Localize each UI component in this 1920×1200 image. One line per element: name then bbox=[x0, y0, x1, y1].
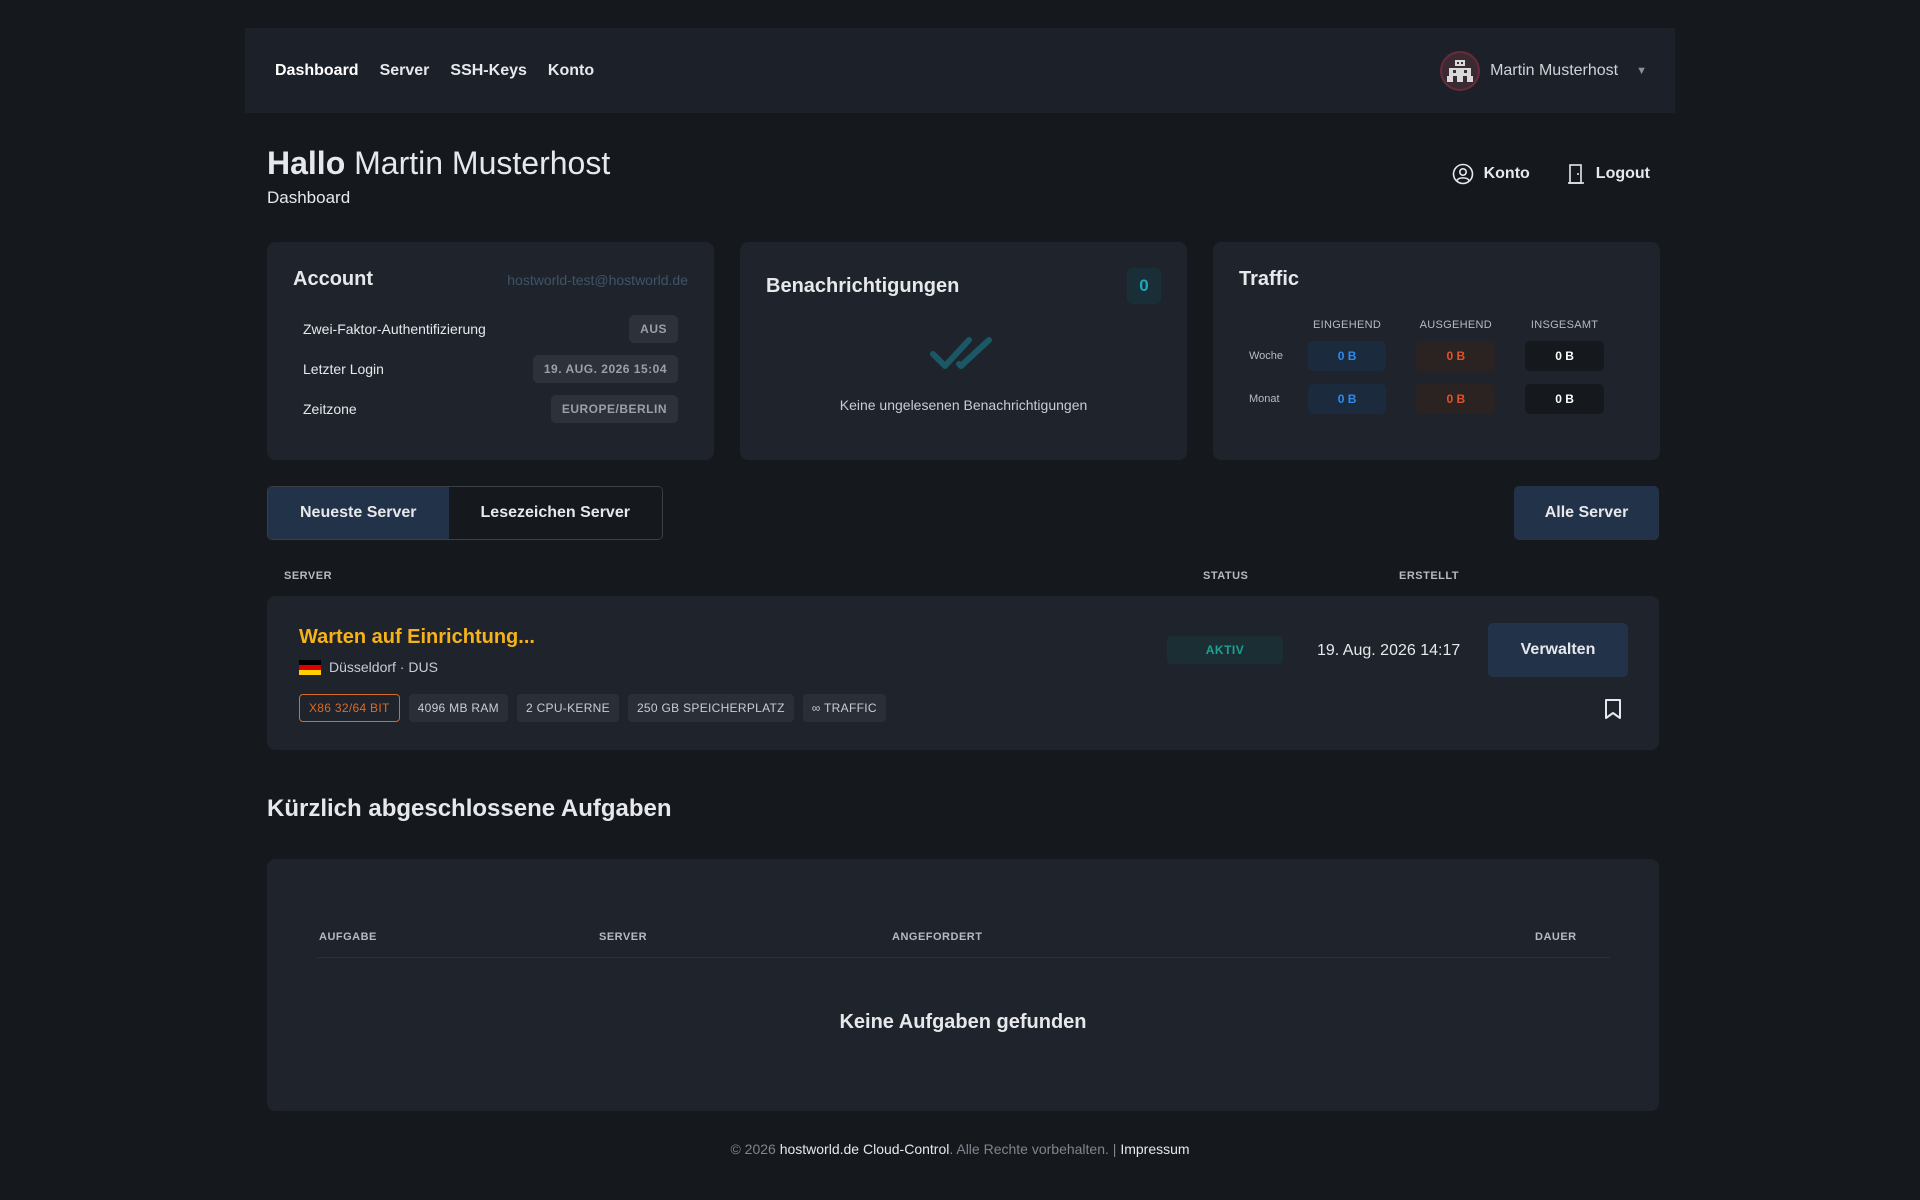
spec-badge-cpu: 2 CPU-KERNE bbox=[516, 694, 619, 722]
tab-bookmarked-servers[interactable]: Lesezeichen Server bbox=[448, 487, 662, 539]
last-login-badge: 19. AUG. 2026 15:04 bbox=[532, 355, 678, 383]
column-header-requested: ANGEFORDERT bbox=[892, 931, 983, 943]
spec-badge-arch: X86 32/64 BIT bbox=[299, 694, 400, 722]
divider bbox=[317, 957, 1610, 958]
user-circle-icon bbox=[1452, 163, 1473, 185]
column-header-task-server: SERVER bbox=[599, 931, 648, 943]
account-row-label: Zwei-Faktor-Authentifizierung bbox=[303, 321, 486, 337]
page-title: Hallo Martin Musterhost bbox=[267, 145, 610, 182]
account-card: Account hostworld-test@hostworld.de Zwei… bbox=[267, 242, 714, 460]
server-location: Düsseldorf · DUS bbox=[299, 659, 438, 675]
account-card-header: Account hostworld-test@hostworld.de bbox=[293, 268, 688, 291]
notification-count-badge[interactable]: 0 bbox=[1127, 268, 1161, 304]
account-email: hostworld-test@hostworld.de bbox=[507, 271, 688, 288]
traffic-total-value: 0 B bbox=[1525, 384, 1604, 414]
server-specs: X86 32/64 BIT 4096 MB RAM 2 CPU-KERNE 25… bbox=[299, 694, 886, 722]
user-menu[interactable]: Martin Musterhost ▼ bbox=[1440, 50, 1647, 91]
nav-link-ssh-keys[interactable]: SSH-Keys bbox=[450, 62, 526, 80]
traffic-header-total: INSGESAMT bbox=[1530, 319, 1599, 331]
traffic-header-out: AUSGEHEND bbox=[1419, 319, 1492, 331]
tasks-empty-text: Keine Aufgaben gefunden bbox=[839, 1011, 1087, 1033]
spec-badge-storage: 250 GB SPEICHERPLATZ bbox=[627, 694, 794, 722]
timezone-badge: EUROPE/BERLIN bbox=[550, 395, 678, 423]
column-header-created: ERSTELLT bbox=[1399, 570, 1460, 582]
all-servers-button[interactable]: Alle Server bbox=[1514, 486, 1659, 540]
nav-link-server[interactable]: Server bbox=[380, 62, 430, 80]
konto-button[interactable]: Konto bbox=[1452, 163, 1530, 185]
server-created-date: 19. Aug. 2026 14:17 bbox=[1317, 642, 1461, 659]
traffic-row-week: Woche 0 B 0 B 0 B bbox=[1249, 341, 1634, 371]
account-row-last-login: Letzter Login 19. AUG. 2026 15:04 bbox=[303, 349, 678, 389]
account-row-label: Zeitzone bbox=[303, 401, 357, 417]
logout-button[interactable]: Logout bbox=[1566, 163, 1650, 185]
account-row-2fa: Zwei-Faktor-Authentifizierung AUS bbox=[303, 309, 678, 349]
table-row: Warten auf Einrichtung... Düsseldorf · D… bbox=[267, 596, 1659, 750]
footer: © 2026 hostworld.de Cloud-Control. Alle … bbox=[0, 1141, 1920, 1157]
konto-label: Konto bbox=[1483, 165, 1530, 182]
account-row-timezone: Zeitzone EUROPE/BERLIN bbox=[303, 389, 678, 429]
double-check-icon bbox=[929, 337, 992, 369]
germany-flag-icon bbox=[299, 659, 321, 675]
column-header-server: SERVER bbox=[284, 570, 333, 582]
column-header-task: AUFGABE bbox=[319, 931, 377, 943]
door-icon bbox=[1567, 164, 1584, 184]
top-actions: Konto Logout bbox=[1452, 163, 1650, 185]
tab-newest-servers[interactable]: Neueste Server bbox=[268, 487, 449, 539]
chevron-down-icon: ▼ bbox=[1636, 64, 1647, 77]
notifications-empty: Keine ungelesenen Benachrichtigungen bbox=[766, 334, 1161, 413]
logout-label: Logout bbox=[1595, 165, 1650, 182]
traffic-total-value: 0 B bbox=[1525, 341, 1604, 371]
traffic-in-value: 0 B bbox=[1307, 384, 1387, 414]
column-header-status: STATUS bbox=[1203, 570, 1249, 582]
footer-rights: . Alle Rechte vorbehalten. | bbox=[949, 1141, 1117, 1157]
notifications-empty-text: Keine ungelesenen Benachrichtigungen bbox=[839, 397, 1088, 413]
page-subtitle: Dashboard bbox=[267, 188, 351, 207]
traffic-in-value: 0 B bbox=[1307, 341, 1387, 371]
nav-link-konto[interactable]: Konto bbox=[548, 62, 594, 80]
traffic-title: Traffic bbox=[1239, 268, 1300, 290]
traffic-card-header: Traffic bbox=[1239, 268, 1634, 291]
notifications-card: Benachrichtigungen 0 Keine ungelesenen B… bbox=[740, 242, 1187, 460]
greeting: Hallo Martin Musterhost Dashboard bbox=[267, 145, 610, 208]
user-name: Martin Musterhost bbox=[1490, 61, 1619, 79]
footer-brand-link[interactable]: hostworld.de Cloud-Control bbox=[780, 1141, 950, 1157]
manage-server-button[interactable]: Verwalten bbox=[1488, 623, 1628, 677]
status-badge: AKTIV bbox=[1167, 636, 1283, 664]
avatar bbox=[1440, 50, 1481, 91]
traffic-table: EINGEHEND AUSGEHEND INSGESAMT Woche 0 B … bbox=[1249, 319, 1634, 414]
greeting-hello: Hallo bbox=[267, 145, 346, 181]
traffic-row-label: Woche bbox=[1249, 350, 1284, 362]
greeting-name: Martin Musterhost bbox=[354, 145, 611, 181]
traffic-row-month: Monat 0 B 0 B 0 B bbox=[1249, 384, 1634, 414]
traffic-out-value: 0 B bbox=[1416, 341, 1496, 371]
column-header-duration: DAUER bbox=[1535, 931, 1577, 943]
top-navbar: Dashboard Server SSH-Keys Konto Martin M… bbox=[245, 28, 1675, 113]
nav-link-dashboard[interactable]: Dashboard bbox=[275, 62, 359, 80]
account-row-label: Letzter Login bbox=[303, 361, 384, 377]
spec-badge-traffic: ∞ TRAFFIC bbox=[802, 694, 886, 722]
traffic-out-value: 0 B bbox=[1416, 384, 1496, 414]
notifications-title: Benachrichtigungen bbox=[766, 274, 960, 297]
bookmark-icon[interactable] bbox=[1604, 698, 1622, 720]
nav-links: Dashboard Server SSH-Keys Konto bbox=[275, 62, 594, 80]
traffic-row-label: Monat bbox=[1249, 393, 1280, 405]
traffic-card: Traffic EINGEHEND AUSGEHEND INSGESAMT Wo… bbox=[1213, 242, 1660, 460]
server-name-link[interactable]: Warten auf Einrichtung... bbox=[299, 626, 535, 649]
tasks-title: Kürzlich abgeschlossene Aufgaben bbox=[267, 795, 672, 822]
server-location-text: Düsseldorf · DUS bbox=[329, 659, 438, 675]
impressum-link[interactable]: Impressum bbox=[1120, 1141, 1189, 1157]
tasks-card: AUFGABE SERVER ANGEFORDERT DAUER Keine A… bbox=[267, 859, 1659, 1111]
spec-badge-ram: 4096 MB RAM bbox=[408, 694, 508, 722]
notifications-card-header: Benachrichtigungen 0 bbox=[766, 268, 1161, 304]
footer-copyright: © 2026 bbox=[730, 1141, 776, 1157]
traffic-header-row: EINGEHEND AUSGEHEND INSGESAMT bbox=[1249, 319, 1634, 331]
account-rows: Zwei-Faktor-Authentifizierung AUS Letzte… bbox=[293, 309, 688, 429]
status-badge: AUS bbox=[629, 315, 678, 343]
traffic-header-in: EINGEHEND bbox=[1312, 319, 1382, 331]
server-tabs: Neueste Server Lesezeichen Server bbox=[267, 486, 663, 540]
account-title: Account bbox=[293, 268, 373, 290]
